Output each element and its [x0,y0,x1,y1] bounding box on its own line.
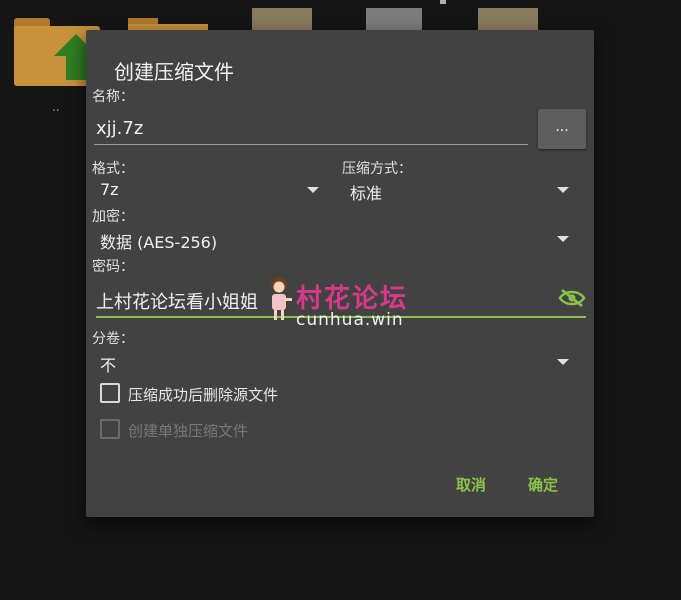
split-label: 分卷： [92,331,134,347]
method-chevron-down-icon[interactable] [557,187,569,193]
format-select[interactable]: 7z [100,180,119,199]
browse-button[interactable]: ... [538,109,586,149]
method-label: 压缩方式： [342,161,412,177]
watermark-url: cunhua.win [296,310,404,330]
dialog-title: 创建压缩文件 [114,60,234,84]
ok-button[interactable]: 确定 [528,474,558,495]
encrypt-chevron-down-icon[interactable] [557,236,569,242]
delete-source-checkbox[interactable] [100,383,120,403]
encrypt-select[interactable]: 数据 (AES-256) [100,229,217,253]
method-select[interactable]: 标准 [350,180,382,204]
delete-source-label[interactable]: 压缩成功后删除源文件 [128,384,278,405]
archive-file-icon[interactable] [252,8,312,30]
name-input-underline [94,144,528,145]
cancel-button[interactable]: 取消 [456,474,486,495]
password-input[interactable]: 上村花论坛看小姐姐 [96,288,258,314]
watermark-girl-figure [271,277,292,320]
document-file-icon[interactable] [366,8,422,32]
archive-file-icon[interactable] [478,8,538,30]
separate-archives-checkbox [100,419,120,439]
name-label: 名称： [92,89,134,105]
split-select[interactable]: 不 [100,352,116,376]
password-label: 密码： [92,259,134,275]
format-chevron-down-icon[interactable] [307,187,319,193]
create-archive-dialog: 创建压缩文件 名称： xjj.7z ... 格式： 7z 压缩方式： 标准 加密… [86,30,594,517]
separate-archives-label: 创建单独压缩文件 [128,422,249,440]
format-label: 格式： [92,161,134,177]
name-input[interactable]: xjj.7z [96,118,143,139]
parent-folder-label: .. [52,100,60,114]
encrypt-label: 加密： [92,209,134,225]
split-chevron-down-icon[interactable] [557,359,569,365]
toggle-password-visibility-icon[interactable] [558,288,586,308]
scroll-indicator [440,0,446,4]
